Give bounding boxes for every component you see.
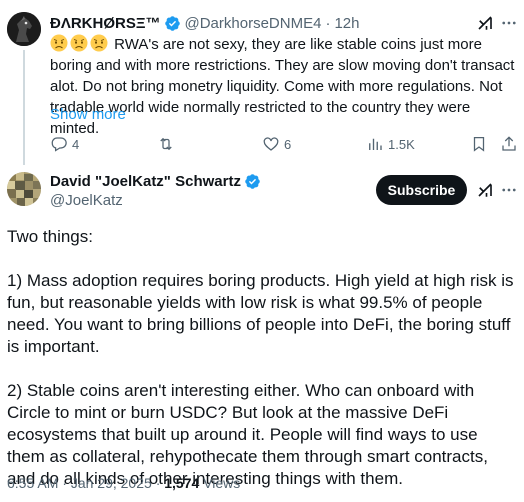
views-label: Views: [203, 475, 241, 491]
more-options-icon[interactable]: [500, 181, 518, 199]
grok-icon[interactable]: [476, 14, 494, 32]
like-count: 6: [284, 136, 292, 152]
tweet-metadata: 6:55 AM · Jan 29, 2025 · 1,574 Views: [7, 475, 240, 491]
repost-icon: [157, 135, 175, 153]
disappointed-face-icon: [70, 34, 88, 52]
views-total: 1,574: [164, 475, 200, 491]
bookmark-button[interactable]: [470, 134, 488, 154]
repost-button[interactable]: [157, 134, 179, 154]
reply-count: 4: [72, 136, 80, 152]
main-author-handle[interactable]: @JoelKatz: [50, 192, 123, 209]
separator-dot: ·: [62, 475, 67, 491]
tweet-time[interactable]: 6:55 AM: [7, 475, 58, 491]
verified-badge-icon: [244, 173, 261, 190]
main-tweet: David "JoelKatz" Schwartz @JoelKatz Subs…: [0, 160, 524, 502]
tweet-paragraph: 1) Mass adoption requires boring product…: [7, 271, 514, 356]
main-author-avatar[interactable]: [7, 172, 41, 206]
verified-badge-icon: [164, 15, 181, 32]
like-button[interactable]: 6: [262, 134, 291, 154]
separator-dot: ·: [325, 14, 331, 32]
heart-icon: [262, 135, 280, 153]
disappointed-face-icon: [90, 34, 108, 52]
tweet-date[interactable]: Jan 29, 2025: [71, 475, 152, 491]
separator-dot: ·: [155, 475, 161, 491]
more-options-icon[interactable]: [500, 14, 518, 32]
main-tweet-text: Two things: 1) Mass adoption requires bo…: [7, 226, 517, 502]
views-count: 1.5K: [388, 136, 415, 152]
grok-icon[interactable]: [476, 181, 494, 199]
show-more-link[interactable]: Show more: [50, 106, 126, 123]
reply-text: RWA's are not sexy, they are like stable…: [50, 34, 516, 139]
bookmark-icon: [470, 135, 488, 153]
comment-icon: [50, 135, 68, 153]
views-chart-icon: [366, 135, 384, 153]
reply-author-name[interactable]: ÐΛRKHØRSΞ™: [50, 15, 161, 32]
reply-button[interactable]: 4: [50, 134, 79, 154]
main-author-name-row: David "JoelKatz" Schwartz: [50, 173, 261, 190]
share-button[interactable]: [500, 134, 518, 154]
tweet-paragraph: Two things:: [7, 227, 93, 246]
views-button[interactable]: 1.5K: [366, 134, 415, 154]
reply-author-handle[interactable]: @DarkhorseDNME4: [185, 15, 322, 32]
main-author-name[interactable]: David "JoelKatz" Schwartz: [50, 173, 241, 190]
subscribe-button[interactable]: Subscribe: [376, 175, 467, 205]
share-icon: [500, 135, 518, 153]
reply-timestamp[interactable]: 12h: [334, 15, 359, 32]
reply-author-avatar[interactable]: [7, 12, 41, 46]
reply-action-bar: 4 6 1.5K: [50, 134, 518, 154]
reply-tweet[interactable]: ÐΛRKHØRSΞ™ @DarkhorseDNME4 · 12h RWA's a…: [0, 0, 524, 165]
reply-header: ÐΛRKHØRSΞ™ @DarkhorseDNME4 · 12h: [50, 13, 359, 33]
disappointed-face-icon: [50, 34, 68, 52]
tweet-paragraph: 2) Stable coins aren't interesting eithe…: [7, 381, 488, 488]
thread-connector-line: [23, 50, 25, 165]
